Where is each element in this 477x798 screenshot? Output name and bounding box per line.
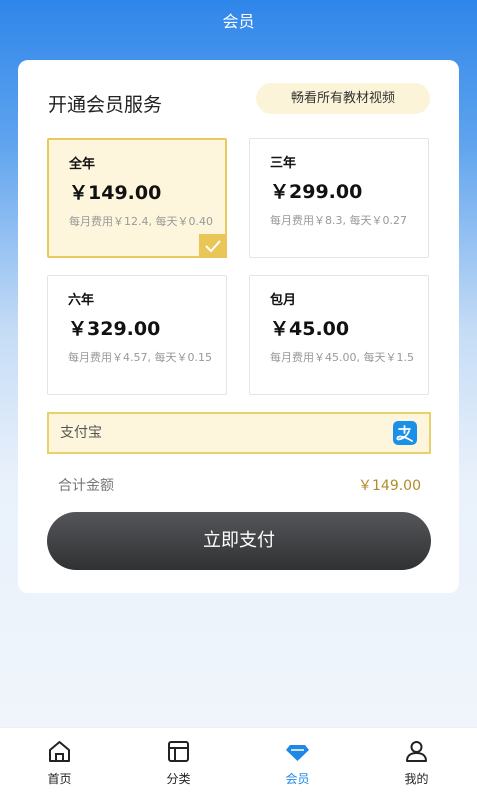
plan-option-yearly[interactable]: 全年 ￥149.00 每月费用￥12.4, 每天￥0.40 <box>47 138 227 258</box>
plan-option-six-year[interactable]: 六年 ￥329.00 每月费用￥4.57, 每天￥0.15 <box>47 275 227 395</box>
pay-now-button[interactable]: 立即支付 <box>47 512 431 570</box>
total-label: 合计金额 <box>58 478 114 494</box>
tab-membership[interactable]: 会员 <box>238 728 357 798</box>
home-icon <box>47 739 72 764</box>
plan-price: ￥299.00 <box>270 181 363 203</box>
tab-label: 我的 <box>404 772 429 786</box>
plan-name: 包月 <box>270 293 297 308</box>
plan-desc: 每月费用￥8.3, 每天￥0.27 <box>270 214 407 227</box>
tab-label: 分类 <box>166 772 191 786</box>
card-title: 开通会员服务 <box>48 94 163 116</box>
plan-desc: 每月费用￥4.57, 每天￥0.15 <box>68 351 212 364</box>
plan-name: 六年 <box>68 293 95 308</box>
tab-label: 会员 <box>285 772 310 786</box>
benefit-tag: 畅看所有教材视频 <box>256 83 430 114</box>
checkmark-icon <box>199 234 227 258</box>
plan-option-monthly[interactable]: 包月 ￥45.00 每月费用￥45.00, 每天￥1.5 <box>249 275 429 395</box>
tab-category[interactable]: 分类 <box>119 728 238 798</box>
total-amount: ￥149.00 <box>358 478 421 494</box>
user-icon <box>404 739 429 764</box>
payment-method-alipay[interactable]: 支付宝 <box>47 412 431 454</box>
tab-mine[interactable]: 我的 <box>357 728 476 798</box>
plan-name: 三年 <box>270 156 297 171</box>
tab-label: 首页 <box>47 772 72 786</box>
plan-desc: 每月费用￥45.00, 每天￥1.5 <box>270 351 414 364</box>
plan-price: ￥329.00 <box>68 318 161 340</box>
payment-method-label: 支付宝 <box>60 425 102 441</box>
plan-name: 全年 <box>69 157 96 172</box>
plan-price: ￥149.00 <box>69 182 162 204</box>
plan-price: ￥45.00 <box>270 318 350 340</box>
diamond-icon <box>285 739 310 764</box>
bottom-tab-bar: 首页 分类 会员 我的 <box>0 727 477 798</box>
membership-card: 开通会员服务 畅看所有教材视频 全年 ￥149.00 每月费用￥12.4, 每天… <box>18 60 459 593</box>
alipay-icon <box>393 421 417 445</box>
plan-desc: 每月费用￥12.4, 每天￥0.40 <box>69 215 213 228</box>
tab-home[interactable]: 首页 <box>0 728 119 798</box>
category-icon <box>166 739 191 764</box>
plan-option-three-year[interactable]: 三年 ￥299.00 每月费用￥8.3, 每天￥0.27 <box>249 138 429 258</box>
page-title: 会员 <box>222 12 255 31</box>
